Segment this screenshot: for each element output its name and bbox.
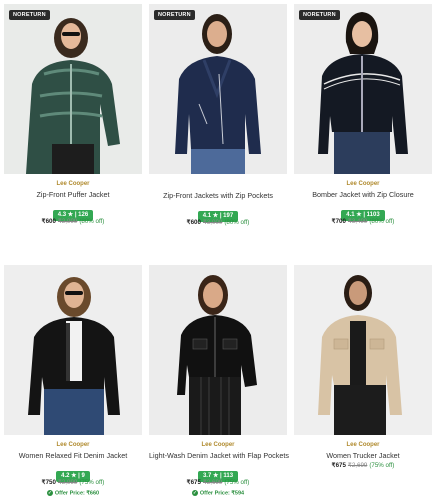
product-image[interactable]: NORETURN — [294, 4, 432, 174]
noreturn-badge: NORETURN — [299, 10, 340, 20]
product-name[interactable]: Women Relaxed Fit Denim Jacket — [4, 451, 142, 460]
product-brand: Lee Cooper — [56, 442, 90, 448]
mrp-price: ₹3,000 — [202, 219, 223, 226]
check-icon: ✓ — [191, 490, 198, 496]
sale-price: ₹750 — [41, 479, 56, 486]
price-row: ₹675 ₹2,699 (75% off) — [149, 479, 287, 486]
product-image[interactable] — [149, 265, 287, 435]
discount-text: (75% off) — [79, 479, 105, 486]
product-grid: NORETURN Lee Cooper Zip-Front Puffer Jac… — [0, 0, 436, 500]
product-card[interactable]: NORETURN Lee Cooper Bomber Jacket with Z… — [294, 4, 432, 225]
discount-text: (80% off) — [369, 218, 395, 225]
offer-price-text: Offer Price: ₹594 — [199, 490, 245, 497]
product-card[interactable]: Lee Cooper Women Relaxed Fit Denim Jacke… — [4, 265, 142, 496]
offer-price-text: Offer Price: ₹660 — [54, 490, 100, 497]
discount-text: (75% off) — [369, 462, 395, 469]
product-brand: Lee Cooper — [346, 181, 380, 187]
price-row: ₹600 ₹3,000 (80% off) — [149, 219, 287, 226]
product-name[interactable]: Women Trucker Jacket — [294, 451, 432, 460]
product-brand: Lee Cooper — [201, 442, 235, 448]
sale-price: ₹700 — [331, 218, 346, 225]
product-image[interactable] — [4, 265, 142, 435]
mrp-price: ₹2,699 — [347, 462, 368, 469]
sale-price: ₹600 — [41, 218, 56, 225]
price-row: ₹600 ₹2,999 (80% off) — [4, 218, 142, 225]
product-name[interactable]: Zip-Front Jackets with Zip Pockets — [149, 191, 287, 200]
product-image[interactable]: NORETURN — [149, 4, 287, 174]
product-brand: Lee Cooper — [346, 442, 380, 448]
offer-price: ✓ Offer Price: ₹594 — [149, 490, 287, 496]
product-card[interactable]: NORETURN Zip-Front Jackets with Zip Pock… — [149, 4, 287, 226]
discount-text: (75% off) — [224, 479, 250, 486]
price-row: ₹700 ₹3,499 (80% off) — [294, 218, 432, 225]
discount-text: (80% off) — [79, 218, 105, 225]
product-image[interactable] — [294, 265, 432, 435]
product-name[interactable]: Bomber Jacket with Zip Closure — [294, 190, 432, 199]
offer-price: ✓ Offer Price: ₹660 — [4, 490, 142, 496]
sale-price: ₹675 — [186, 479, 201, 486]
product-brand — [149, 181, 287, 188]
sale-price: ₹675 — [331, 462, 346, 469]
mrp-price: ₹2,699 — [202, 479, 223, 486]
mrp-price: ₹2,999 — [57, 479, 78, 486]
noreturn-badge: NORETURN — [154, 10, 195, 20]
discount-text: (80% off) — [224, 219, 250, 226]
mrp-price: ₹2,999 — [57, 218, 78, 225]
price-row: ₹675 ₹2,699 (75% off) — [294, 462, 432, 469]
check-icon: ✓ — [46, 490, 53, 496]
mrp-price: ₹3,499 — [347, 218, 368, 225]
product-name[interactable]: Light-Wash Denim Jacket with Flap Pocket… — [149, 451, 289, 460]
product-brand: Lee Cooper — [56, 181, 90, 187]
product-name[interactable]: Zip-Front Puffer Jacket — [4, 190, 142, 199]
product-card[interactable]: NORETURN Lee Cooper Zip-Front Puffer Jac… — [4, 4, 142, 225]
product-card[interactable]: Lee Cooper Women Trucker Jacket ₹675 ₹2,6… — [294, 265, 432, 469]
price-row: ₹750 ₹2,999 (75% off) — [4, 479, 142, 486]
product-image[interactable]: NORETURN — [4, 4, 142, 174]
sale-price: ₹600 — [186, 219, 201, 226]
product-card[interactable]: Lee Cooper Light-Wash Denim Jacket with … — [149, 265, 289, 496]
noreturn-badge: NORETURN — [9, 10, 50, 20]
